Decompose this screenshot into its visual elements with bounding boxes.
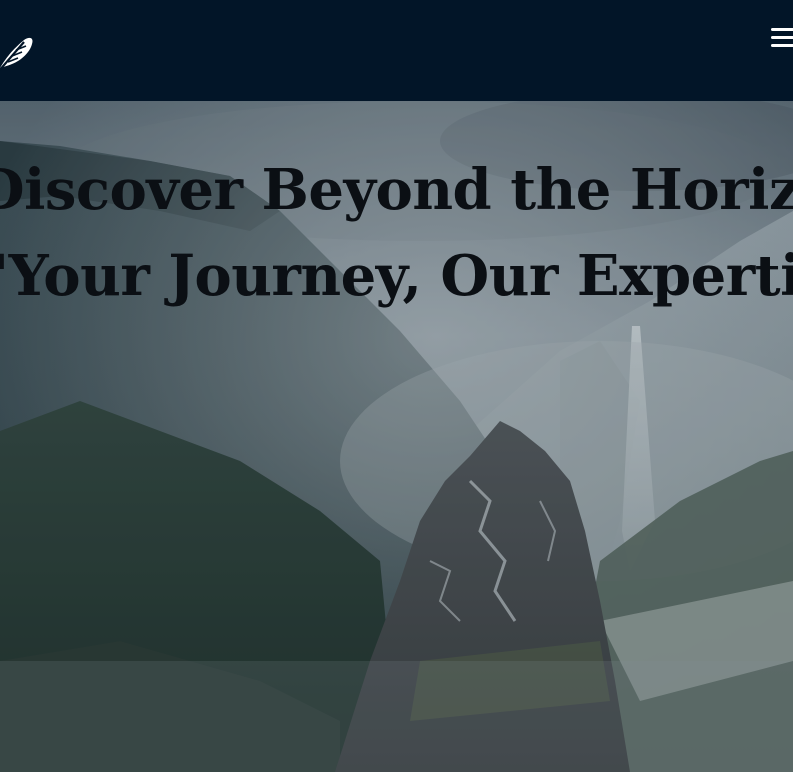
hero-headline-line2: "Your Journey, Our Expertise" <box>0 243 793 309</box>
hero-headline-line1: Discover Beyond the Horizon <box>0 157 793 223</box>
hamburger-menu-icon[interactable] <box>771 26 793 50</box>
menu-bar <box>771 36 793 39</box>
top-navbar <box>0 0 793 101</box>
menu-bar <box>771 28 793 31</box>
menu-bar <box>771 44 793 47</box>
hero-headline: Discover Beyond the Horizon "Your Journe… <box>0 150 793 350</box>
page: Discover Beyond the Horizon "Your Journe… <box>0 0 793 772</box>
feather-logo-icon[interactable] <box>0 28 34 74</box>
